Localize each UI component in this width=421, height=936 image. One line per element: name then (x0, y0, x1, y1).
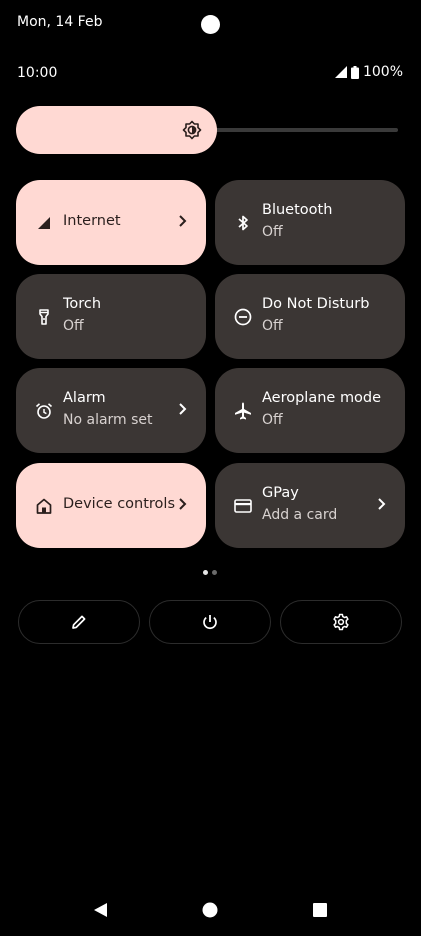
back-button[interactable] (90, 900, 110, 920)
status-date: Mon, 14 Feb (17, 14, 103, 30)
chevron-right-icon (378, 498, 386, 510)
front-camera (201, 15, 220, 34)
card-icon (234, 499, 252, 513)
battery-percent: 100% (362, 64, 403, 80)
brightness-track[interactable] (206, 128, 398, 132)
edit-button[interactable] (18, 600, 140, 644)
airplane-icon (235, 402, 251, 420)
tile-title: Aeroplane mode (262, 390, 382, 406)
power-button[interactable] (149, 600, 271, 644)
home-icon (36, 498, 52, 514)
edit-icon (72, 615, 86, 629)
brightness-slider[interactable] (16, 106, 404, 154)
signal-icon (334, 66, 347, 78)
tile-aeroplane-mode[interactable]: Aeroplane mode Off (215, 368, 405, 453)
tile-subtitle: Off (262, 224, 283, 240)
tile-subtitle: Off (63, 318, 84, 334)
status-icons: 100% (334, 64, 403, 80)
tile-device-controls[interactable]: Device controls (16, 463, 206, 548)
recents-button[interactable] (310, 900, 330, 920)
quick-settings-panel: Mon, 14 Feb 10:00 100% Internet Bluetoot… (0, 0, 421, 936)
tile-internet[interactable]: Internet (16, 180, 206, 265)
status-time: 10:00 (17, 65, 58, 81)
home-button[interactable] (200, 900, 220, 920)
brightness-fill[interactable] (16, 106, 217, 154)
tile-gpay[interactable]: GPay Add a card (215, 463, 405, 548)
recents-icon (313, 903, 327, 917)
tile-title: Alarm (63, 390, 106, 406)
gear-icon (333, 613, 349, 631)
tile-title: Internet (63, 213, 121, 229)
tile-bluetooth[interactable]: Bluetooth Off (215, 180, 405, 265)
tile-title: Do Not Disturb (262, 296, 370, 312)
page-dot-active (203, 570, 208, 575)
page-indicator (203, 570, 217, 575)
do-not-disturb-icon (234, 308, 252, 326)
tile-subtitle: Off (262, 412, 283, 428)
back-icon (94, 903, 107, 917)
tile-subtitle: Add a card (262, 507, 338, 523)
chevron-right-icon (179, 215, 187, 227)
tile-do-not-disturb[interactable]: Do Not Disturb Off (215, 274, 405, 359)
torch-icon (39, 309, 49, 325)
tile-title: GPay (262, 485, 299, 501)
tile-torch[interactable]: Torch Off (16, 274, 206, 359)
navigation-bar (0, 890, 421, 930)
page-dot (212, 570, 217, 575)
settings-button[interactable] (280, 600, 402, 644)
tile-subtitle: Off (262, 318, 283, 334)
brightness-icon (182, 120, 202, 140)
home-circle-icon (202, 902, 218, 918)
tile-title: Torch (63, 296, 102, 312)
tile-subtitle: No alarm set (63, 412, 153, 428)
tile-title: Bluetooth (262, 202, 333, 218)
chevron-right-icon (179, 403, 187, 415)
tile-title: Device controls (63, 496, 176, 512)
signal-icon (38, 217, 50, 229)
bluetooth-icon (238, 215, 248, 231)
chevron-right-icon (179, 498, 187, 510)
tile-alarm[interactable]: Alarm No alarm set (16, 368, 206, 453)
alarm-icon (35, 403, 53, 419)
battery-icon (350, 65, 359, 79)
power-icon (203, 615, 217, 630)
